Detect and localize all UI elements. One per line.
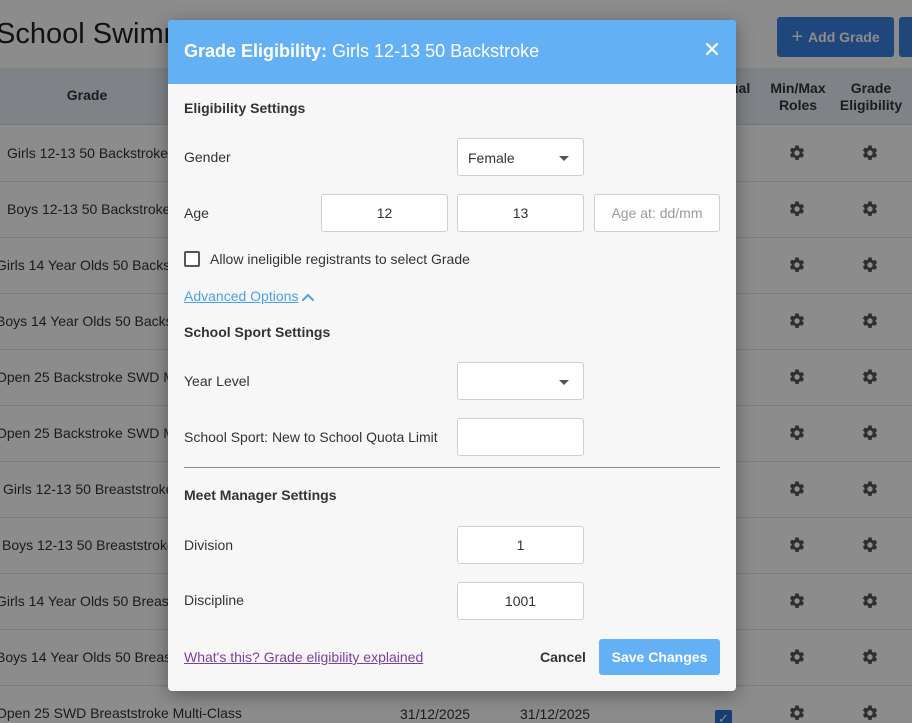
allow-ineligible-label[interactable]: Allow ineligible registrants to select G… — [210, 251, 470, 267]
advanced-options-link[interactable]: Advanced Options — [184, 288, 298, 304]
gender-label: Gender — [184, 149, 231, 165]
gender-select[interactable]: Female — [457, 138, 584, 176]
meet-manager-settings-heading: Meet Manager Settings — [184, 487, 337, 503]
discipline-value: 1001 — [504, 593, 537, 609]
age-min-input[interactable]: 12 — [321, 194, 448, 232]
eligibility-settings-heading: Eligibility Settings — [184, 100, 306, 116]
age-at-date-input[interactable]: Age at: dd/mm — [594, 194, 720, 232]
division-input[interactable]: 1 — [457, 526, 584, 564]
age-label: Age — [184, 205, 209, 221]
modal-header: Grade Eligibility: Girls 12-13 50 Backst… — [168, 20, 736, 84]
close-icon[interactable] — [705, 42, 719, 56]
grade-eligibility-help-link[interactable]: What's this? Grade eligibility explained — [184, 649, 423, 665]
grade-eligibility-modal: Grade Eligibility: Girls 12-13 50 Backst… — [168, 20, 736, 691]
age-min-value: 12 — [376, 205, 393, 221]
division-value: 1 — [516, 537, 525, 553]
quota-limit-input[interactable] — [457, 418, 584, 456]
year-level-select[interactable] — [457, 362, 584, 400]
year-level-label: Year Level — [184, 373, 250, 389]
age-max-input[interactable]: 13 — [457, 194, 584, 232]
modal-title: Grade Eligibility: Girls 12-13 50 Backst… — [184, 41, 539, 62]
gender-select-value: Female — [468, 150, 515, 166]
modal-title-prefix: Grade Eligibility: — [184, 41, 328, 61]
section-divider — [184, 467, 720, 468]
age-max-value: 13 — [512, 205, 529, 221]
chevron-up-icon[interactable] — [301, 290, 315, 304]
age-at-placeholder: Age at: dd/mm — [611, 205, 703, 221]
modal-title-grade: Girls 12-13 50 Backstroke — [332, 41, 540, 61]
chevron-down-icon — [559, 156, 569, 161]
school-sport-settings-heading: School Sport Settings — [184, 324, 331, 340]
division-label: Division — [184, 537, 234, 553]
cancel-button[interactable]: Cancel — [523, 639, 603, 675]
quota-limit-label: School Sport: New to School Quota Limit — [184, 429, 438, 445]
discipline-input[interactable]: 1001 — [457, 582, 584, 620]
chevron-down-icon — [559, 380, 569, 385]
save-changes-button[interactable]: Save Changes — [599, 639, 720, 675]
discipline-label: Discipline — [184, 592, 244, 608]
allow-ineligible-checkbox[interactable] — [184, 251, 200, 267]
